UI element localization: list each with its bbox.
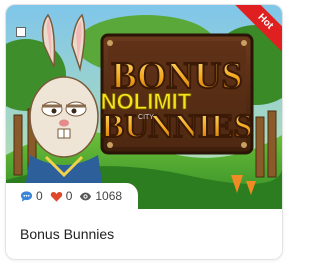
comment-icon[interactable] [20, 190, 33, 203]
game-thumbnail[interactable]: BONUS BUNNIES NOLIMIT CITY Hot 0 0 1068 [6, 5, 282, 209]
stats-bar: 0 0 1068 [6, 183, 139, 209]
hot-badge-label: Hot [232, 5, 282, 55]
comment-count: 0 [36, 189, 43, 203]
provider-logo: NOLIMIT [101, 89, 192, 114]
provider-sub: CITY [138, 114, 154, 121]
eye-icon [80, 192, 92, 200]
game-title[interactable]: Bonus Bunnies [20, 226, 114, 242]
select-checkbox[interactable] [16, 27, 26, 37]
like-count: 0 [65, 189, 73, 203]
heart-icon[interactable] [50, 190, 63, 203]
game-card[interactable]: BONUS BUNNIES NOLIMIT CITY Hot 0 0 1068 … [5, 4, 283, 260]
hot-ribbon: Hot [228, 5, 282, 59]
view-count: 1068 [95, 189, 123, 203]
